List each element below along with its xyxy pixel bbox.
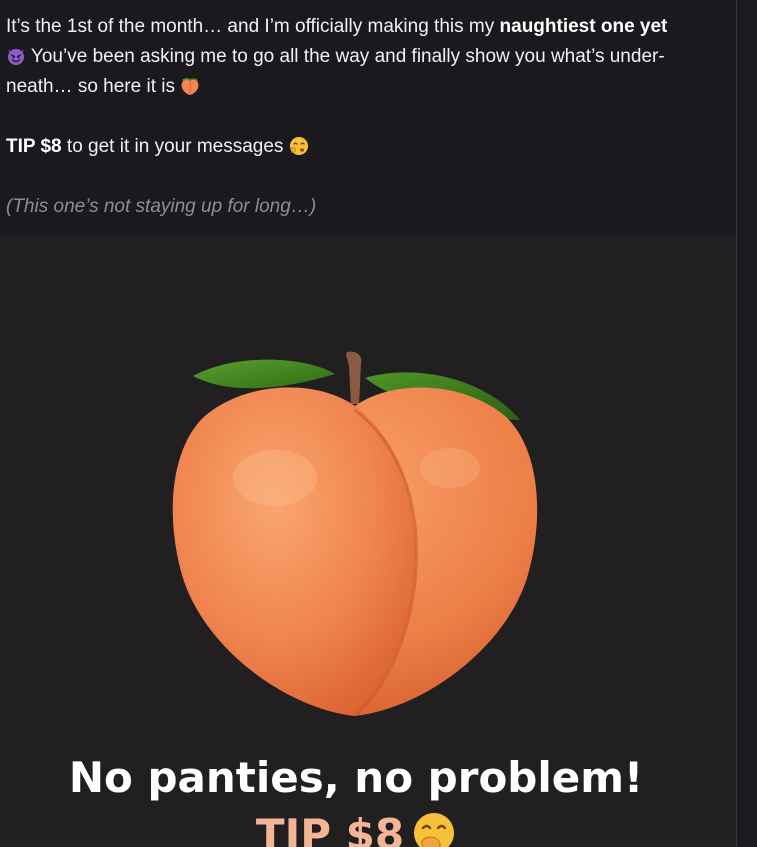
caption-tip-text: to get it in your messages (61, 136, 289, 157)
caption-tip-line: TIP $8 to get it in your messages (6, 132, 726, 162)
caption-line-2-text: You’ve been asking me to go all the way … (26, 46, 665, 67)
media-headline: No panties, no problem! (68, 753, 644, 802)
right-rail (737, 0, 757, 847)
caption-line-1: It’s the 1st of the month… and I’m offic… (6, 12, 726, 42)
post-caption: It’s the 1st of the month… and I’m offic… (6, 12, 726, 222)
caption-bold-text: naughtiest one yet (499, 16, 668, 37)
caption-line-2: You’ve been asking me to go all the way … (6, 42, 726, 72)
caption-spacer-2 (6, 162, 726, 192)
caption-note: (This one’s not staying up for long…) (6, 196, 317, 217)
caption-tip-amount: TIP $8 (6, 136, 62, 157)
devil-icon (6, 46, 26, 66)
post-media[interactable]: No panties, no problem! TIP $8 (0, 235, 736, 847)
hand-over-mouth-face-icon (412, 811, 456, 847)
media-tip-line: TIP $8 (0, 810, 712, 847)
caption-line-3: neath… so here it is (6, 72, 726, 102)
media-tip-text: TIP $8 (255, 810, 405, 847)
peach-icon (180, 76, 200, 96)
kissing-face-icon (289, 136, 309, 156)
caption-line-1-text: It’s the 1st of the month… and I’m offic… (6, 16, 500, 37)
peach-emoji-image (172, 351, 538, 716)
post-card: It’s the 1st of the month… and I’m offic… (0, 0, 736, 847)
caption-line-3-text: neath… so here it is (6, 76, 181, 97)
